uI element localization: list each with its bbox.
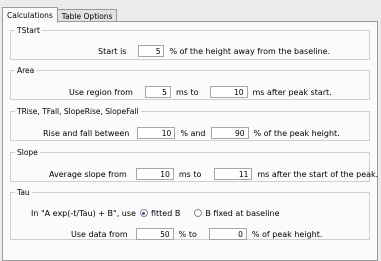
rise-fall-group: TRise, TFall, SlopeRise, SlopeFall Rise … <box>10 107 370 141</box>
tstart-row: Start is 5 % of the height away from the… <box>98 44 330 58</box>
fitted-b-radio[interactable] <box>139 209 148 217</box>
slope-group: Slope Average slope from 10 ms to 11 ms … <box>10 148 378 182</box>
rise-to-input[interactable]: 90 <box>210 127 249 139</box>
tstart-label: Start is <box>98 46 127 56</box>
slope-mid-label: ms to <box>178 169 202 179</box>
rise-fall-legend: TRise, TFall, SlopeRise, SlopeFall <box>17 107 139 116</box>
tau-formula-label: In "A exp(-t/Tau) + B", use <box>31 208 136 218</box>
tau-from-input[interactable]: 50 <box>135 228 174 240</box>
tau-to-input[interactable]: 0 <box>208 228 247 240</box>
area-suffix-label: ms after peak start. <box>252 87 332 97</box>
tab-bar: Calculations Table Options <box>2 7 118 23</box>
tau-suffix-label: % of peak height. <box>251 229 323 239</box>
fixed-baseline-label[interactable]: B fixed at baseline <box>205 209 279 218</box>
tstart-group: TStart Start is 5 % of the height away f… <box>10 26 370 60</box>
area-label: Use region from <box>69 87 133 97</box>
area-to-input[interactable]: 10 <box>209 86 248 98</box>
tstart-percent-input[interactable]: 5 <box>138 45 165 57</box>
slope-label: Average slope from <box>49 169 127 179</box>
fixed-baseline-radio[interactable] <box>194 209 203 217</box>
tstart-suffix-label: % of the height away from the baseline. <box>169 46 331 56</box>
tau-legend: Tau <box>17 188 30 197</box>
area-mid-label: ms to <box>175 87 199 97</box>
tau-data-label: Use data from <box>71 229 128 239</box>
fitted-b-label[interactable]: fitted B <box>151 209 180 218</box>
slope-to-input[interactable]: 11 <box>214 168 253 180</box>
slope-suffix-label: ms after the start of the peak. <box>257 169 379 179</box>
rise-from-input[interactable]: 10 <box>137 127 176 139</box>
area-legend: Area <box>17 66 35 75</box>
area-group: Area Use region from 5 ms to 10 ms after… <box>10 66 370 100</box>
rise-fall-label: Rise and fall between <box>43 128 130 138</box>
tstart-legend: TStart <box>17 26 40 35</box>
rise-mid-label: % and <box>180 128 206 138</box>
area-row: Use region from 5 ms to 10 ms after peak… <box>69 85 332 99</box>
slope-from-input[interactable]: 10 <box>135 168 174 180</box>
slope-row: Average slope from 10 ms to 11 ms after … <box>49 167 378 181</box>
tab-calculations[interactable]: Calculations <box>2 7 58 23</box>
calculations-panel: TStart Start is 5 % of the height away f… <box>2 21 378 261</box>
area-from-input[interactable]: 5 <box>144 86 171 98</box>
rise-fall-row: Rise and fall between 10 % and 90 % of t… <box>43 126 340 140</box>
tau-mid-label: % to <box>178 229 197 239</box>
tau-data-row: Use data from 50 % to 0 % of peak height… <box>71 227 322 241</box>
tau-group: Tau In "A exp(-t/Tau) + B", use fitted B… <box>10 188 370 240</box>
tau-formula-row: In "A exp(-t/Tau) + B", use fitted B B f… <box>31 206 280 220</box>
slope-legend: Slope <box>17 148 38 157</box>
rise-suffix-label: % of the peak height. <box>253 128 340 138</box>
